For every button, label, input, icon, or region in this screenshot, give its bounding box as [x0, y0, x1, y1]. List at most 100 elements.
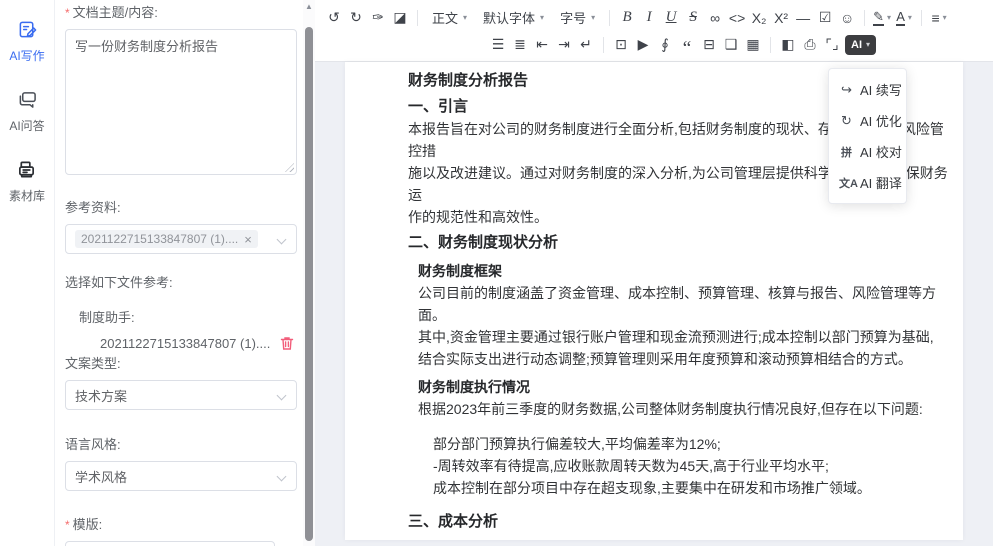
undo-icon[interactable]: ↺	[323, 7, 345, 29]
menu-item-label: AI 翻译	[860, 173, 902, 192]
style-select[interactable]: 学术风格	[65, 461, 297, 491]
sidebar-item-AI写作[interactable]: AI写作	[9, 20, 44, 64]
blockquote-icon[interactable]: “	[676, 34, 698, 56]
doc-type-select[interactable]: 技术方案	[65, 380, 297, 410]
topic-textarea[interactable]: 写一份财务制度分析报告	[65, 29, 297, 175]
underline-button[interactable]: U	[660, 7, 682, 29]
delete-file-icon[interactable]	[280, 336, 294, 351]
toolbar-row-2: ☰≣⇤⇥↵ ⊡▶∮“⊟❑▦ ◧⎙⌜⌟AI▾	[315, 31, 993, 58]
resize-handle[interactable]	[285, 163, 294, 172]
outdent-icon[interactable]: ⇤	[531, 34, 553, 56]
image-icon[interactable]: ⊡	[610, 34, 632, 56]
caret-down-icon: ▾	[463, 13, 467, 22]
sidebar-item-AI问答[interactable]: AI问答	[9, 90, 44, 134]
caret-down-icon: ▾	[943, 13, 947, 22]
menu-item-label: AI 续写	[860, 80, 902, 99]
sidebar-item-label: 素材库	[9, 187, 45, 204]
ai-dropdown-menu: ↪ AI 续写 ↻AI 优化拼 AI 校对文A AI 翻译	[828, 68, 907, 204]
doc-heading: 三、成本分析	[408, 511, 951, 533]
emoji-icon[interactable]: ☺	[836, 7, 858, 29]
template-label: 模版:	[65, 514, 298, 533]
doc-type-value: 技术方案	[75, 386, 127, 405]
chevron-down-icon	[277, 391, 287, 401]
scroll-up-icon[interactable]: ▲	[304, 2, 314, 11]
caret-down-icon: ▾	[866, 40, 870, 49]
chat-icon	[18, 90, 37, 114]
proofread-icon: 拼	[839, 144, 854, 160]
assistant-label: 制度助手:	[79, 307, 298, 326]
doc-type-label: 文案类型:	[65, 353, 298, 372]
sidebar-item-label: AI问答	[9, 117, 44, 134]
doc-subheading: 财务制度执行情况	[418, 376, 951, 398]
reference-tag: 2021122715133847807 (1).... ×	[75, 230, 258, 248]
toolbar-divider	[921, 10, 922, 26]
doc-list-item: -周转效率有待提高,应收账款周转天数为45天,高于行业平均水平;	[433, 455, 951, 477]
ordered-list-icon[interactable]: ≣	[509, 34, 531, 56]
doc-paragraph: 公司目前的制度涵盖了资金管理、成本控制、预算管理、核算与报告、风险管理等方面。其…	[418, 282, 951, 370]
align-dropdown[interactable]: ≡▾	[928, 7, 950, 29]
caret-down-icon: ▾	[591, 13, 595, 22]
text-wrap-icon[interactable]: ↵	[575, 34, 597, 56]
doc-list-item: 部分部门预算执行偏差较大,平均偏差率为12%;	[433, 433, 951, 455]
editor-toolbar: ↺↻✑◪ 正文▾默认字体▾字号▾ BIUS∞<>X₂X²—☑☺ ✎▾A▾ ≡▾ ☰≣⇤⇥…	[315, 0, 993, 62]
fullscreen-icon[interactable]: ⌜⌟	[821, 34, 843, 56]
paragraph-dropdown[interactable]: 正文▾	[424, 7, 475, 29]
format-painter-icon[interactable]: ✑	[367, 7, 389, 29]
ai-optimize[interactable]: ↻AI 优化	[829, 105, 906, 136]
inline-code-icon[interactable]: <>	[726, 7, 748, 29]
reference-label: 参考资料:	[65, 197, 298, 216]
horizontal-rule-icon[interactable]: —	[792, 7, 814, 29]
todo-checkbox-icon[interactable]: ☑	[814, 7, 836, 29]
ai-proofread[interactable]: 拼 AI 校对	[829, 136, 906, 167]
toolbar-divider	[609, 10, 610, 26]
video-icon[interactable]: ▶	[632, 34, 654, 56]
menu-item-label: AI 校对	[860, 142, 902, 161]
file-section-label: 选择如下文件参考:	[65, 272, 298, 291]
reference-select[interactable]: 2021122715133847807 (1).... ×	[65, 224, 297, 254]
font-family-dropdown[interactable]: 默认字体▾	[475, 7, 552, 29]
redo-icon[interactable]: ↻	[345, 7, 367, 29]
doc-list-item: 成本控制在部分项目中存在超支现象,主要集中在研发和市场推广领域。	[433, 477, 951, 499]
eraser-icon[interactable]: ◪	[389, 7, 411, 29]
bold-button[interactable]: B	[616, 7, 638, 29]
form-scrollbar[interactable]: ▲	[303, 0, 315, 546]
remove-tag-icon[interactable]: ×	[244, 233, 252, 246]
table-icon[interactable]: ▦	[742, 34, 764, 56]
font-size-dropdown[interactable]: 字号▾	[552, 7, 603, 29]
topic-label: 文档主题/内容:	[65, 2, 298, 21]
superscript-icon[interactable]: X²	[770, 7, 792, 29]
highlight-pen-dropdown[interactable]: ✎▾	[871, 7, 893, 29]
reference-tag-text: 2021122715133847807 (1)....	[81, 232, 238, 246]
divider-block-icon[interactable]: ⊟	[698, 34, 720, 56]
app-sidebar: AI写作 AI问答素材库	[0, 0, 55, 546]
doc-paragraph: 根据2023年前三季度的财务数据,公司整体财务制度执行情况良好,但存在以下问题:	[418, 398, 951, 420]
sidebar-item-素材库[interactable]: 素材库	[9, 160, 45, 204]
subscript-icon[interactable]: X₂	[748, 7, 770, 29]
bullet-list-icon[interactable]: ☰	[487, 34, 509, 56]
panel-icon[interactable]: ◧	[777, 34, 799, 56]
editor-area: ↺↻✑◪ 正文▾默认字体▾字号▾ BIUS∞<>X₂X²—☑☺ ✎▾A▾ ≡▾ ☰≣⇤⇥…	[315, 0, 993, 546]
attachment-icon[interactable]: ∮	[654, 34, 676, 56]
strikethrough-button[interactable]: S	[682, 7, 704, 29]
write-icon	[18, 20, 37, 44]
file-row: 2021122715133847807 (1)....	[100, 336, 294, 351]
indent-icon[interactable]: ⇥	[553, 34, 575, 56]
sidebar-item-label: AI写作	[9, 47, 44, 64]
continue-writing-icon: ↪	[839, 82, 854, 98]
ai-translate[interactable]: 文A AI 翻译	[829, 167, 906, 198]
toolbar-divider	[603, 37, 604, 53]
template-select[interactable]: 通用模板 ✓	[65, 541, 275, 546]
translate-icon: 文A	[839, 175, 854, 191]
italic-button[interactable]: I	[638, 7, 660, 29]
chevron-down-icon	[277, 472, 287, 482]
caret-down-icon: ▾	[887, 13, 891, 22]
scrollbar-thumb[interactable]	[305, 27, 313, 541]
ai-dropdown-button[interactable]: AI▾	[845, 35, 876, 55]
print-icon[interactable]: ⎙	[799, 34, 821, 56]
font-color-dropdown[interactable]: A▾	[893, 7, 915, 29]
style-value: 学术风格	[75, 467, 127, 486]
code-block-icon[interactable]: ❑	[720, 34, 742, 56]
doc-subheading: 财务制度框架	[418, 260, 951, 282]
link-icon[interactable]: ∞	[704, 7, 726, 29]
ai-continue-writing[interactable]: ↪ AI 续写	[829, 74, 906, 105]
